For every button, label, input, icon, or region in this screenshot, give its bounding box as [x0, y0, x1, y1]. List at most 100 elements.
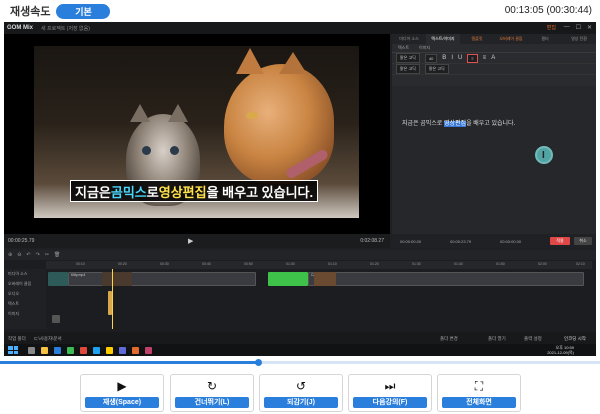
- play-label: 재생(Space): [85, 397, 159, 408]
- cancel-button[interactable]: 취소: [574, 237, 592, 245]
- text-edit-area[interactable]: 지금은 곰믹스로 영상편집을 배우고 있습니다. I: [392, 86, 596, 234]
- track-area[interactable]: Kitty.mp4 Cat.mp4: [46, 269, 592, 329]
- video-clip[interactable]: Kitty.mp4: [68, 272, 256, 286]
- folder-icon[interactable]: [41, 346, 48, 354]
- next-lecture-label: 다음강의(F): [353, 397, 427, 408]
- taskbar-apps: [28, 346, 152, 354]
- cut-icon[interactable]: ✂: [45, 252, 49, 258]
- video-frame: 지금은 곰믹스 로 영상편집 을 배우고 있습니다.: [34, 46, 359, 218]
- fullscreen-button[interactable]: ⛶ 전체화면: [437, 374, 521, 412]
- close-icon[interactable]: ✕: [587, 24, 592, 31]
- rewind-label: 되감기(J): [264, 397, 338, 408]
- timeline-ruler[interactable]: 00:10 00:20 00:30 00:40 00:50 01:00 01:1…: [46, 261, 592, 269]
- progress-knob[interactable]: [255, 359, 262, 366]
- top-bar: 재생속도 기본 00:13:05 (00:30:44): [0, 0, 600, 22]
- text-image-panel: 미디어 소스 텍스트/이미지 템플릿 오버레이 클립 필터 영상 전환 텍스트 …: [392, 34, 596, 248]
- fullscreen-icon: ⛶: [474, 379, 484, 393]
- skip-label: 건너뛰기(L): [175, 397, 249, 408]
- zoom-in-icon[interactable]: ⊕: [8, 252, 12, 258]
- track-label: 오버레이 클립: [8, 281, 32, 286]
- app-icon[interactable]: [145, 346, 152, 354]
- rewind-icon: ↺: [295, 379, 307, 393]
- tab-media-source[interactable]: 미디어 소스: [392, 34, 426, 44]
- track-label: 미디어 소스: [8, 271, 28, 276]
- tab-overlay-clip[interactable]: 오버레이 클립: [494, 34, 528, 44]
- clip-thumb[interactable]: [48, 272, 68, 286]
- duration-time[interactable]: 00:00:00.00: [500, 239, 521, 244]
- store-icon[interactable]: [67, 346, 74, 354]
- speed-label: 재생속도: [10, 6, 51, 18]
- window-buttons: — ☐ ✕: [564, 24, 592, 31]
- rewind-button[interactable]: ↺ 되감기(J): [259, 374, 343, 412]
- preview-controls: 00:00:25.79 ▶ 0:02:08.27: [4, 234, 390, 248]
- underline-icon[interactable]: U: [458, 55, 462, 61]
- next-lecture-button[interactable]: ⏭ 다음강의(F): [348, 374, 432, 412]
- apply-button[interactable]: 적용: [550, 237, 570, 245]
- timeline: ⊕ ⊖ ↶ ↷ ✂ 🗑 00:10 00:20 00:30 00:40 00:5…: [4, 250, 596, 332]
- track-label: 이미지: [8, 311, 20, 316]
- preview-duration: 0:02:08.27: [360, 238, 384, 244]
- taskbar-clock: 오후 10:59 2021-12-09(목): [547, 345, 574, 355]
- video-clip[interactable]: Cat.mp4: [308, 272, 584, 286]
- minimize-icon[interactable]: —: [564, 24, 570, 31]
- speed-button[interactable]: 기본: [56, 3, 111, 19]
- track-labels: 미디어 소스 오버레이 클립 오디오 텍스트 이미지: [4, 269, 46, 329]
- lecture-progress-bar[interactable]: [0, 359, 600, 366]
- playback-controls: ▶ 재생(Space) ↻ 건너뛰기(L) ↺ 되감기(J) ⏭ 다음강의(F)…: [0, 366, 600, 414]
- output-bar: 작업 폴더 C:\사용자\문서 폴더 변경 폴더 열기 출력 설정 인코딩 시작: [4, 332, 596, 344]
- app-logo: GOM Mix: [7, 25, 34, 31]
- kakao-icon[interactable]: [106, 346, 113, 354]
- align-right-icon[interactable]: ≡: [483, 55, 487, 61]
- bold-icon[interactable]: B: [442, 55, 446, 61]
- shadow-select[interactable]: 맑은 고딕: [424, 64, 449, 74]
- outline-select[interactable]: 맑은 고딕: [396, 64, 420, 74]
- skip-button[interactable]: ↻ 건너뛰기(L): [170, 374, 254, 412]
- delete-icon[interactable]: 🗑: [54, 252, 60, 258]
- subtab-text[interactable]: 텍스트: [398, 45, 409, 51]
- panel-tabs: 미디어 소스 텍스트/이미지 템플릿 오버레이 클립 필터 영상 전환: [392, 34, 596, 44]
- preview-timecode: 00:00:25.79: [8, 238, 35, 244]
- search-icon[interactable]: [28, 346, 35, 354]
- mail-icon[interactable]: [54, 346, 61, 354]
- start-encoding-button[interactable]: 인코딩 시작: [564, 336, 586, 342]
- redo-icon[interactable]: ↷: [36, 252, 40, 258]
- gom-mix-icon[interactable]: [132, 346, 139, 354]
- font-select[interactable]: 맑은 고딕: [396, 53, 420, 63]
- panel-footer: 00:00:00.00 00:00:23.79 00:00:00.00 적용 취…: [392, 234, 596, 248]
- clip-thumb[interactable]: [314, 272, 336, 286]
- edit-text[interactable]: 지금은 곰믹스로 영상편집을 배우고 있습니다.: [402, 118, 515, 127]
- app-icon[interactable]: [119, 346, 126, 354]
- output-settings-button[interactable]: 출력 설정: [524, 336, 542, 342]
- tab-template[interactable]: 템플릿: [460, 34, 494, 44]
- lecture-time: 00:13:05 (00:30:44): [504, 5, 592, 16]
- zoom-out-icon[interactable]: ⊖: [17, 252, 21, 258]
- tab-text-image[interactable]: 텍스트/이미지: [426, 34, 460, 44]
- text-color-icon[interactable]: A: [491, 55, 495, 61]
- maximize-icon[interactable]: ☐: [576, 24, 581, 31]
- tab-transition[interactable]: 영상 전환: [562, 34, 596, 44]
- size-select[interactable]: 40: [424, 53, 438, 63]
- tab-filter[interactable]: 필터: [528, 34, 562, 44]
- project-name: 새 프로젝트 (저장 없음): [41, 25, 90, 32]
- clip-thumb[interactable]: [102, 272, 132, 286]
- windows-start-icon[interactable]: [8, 346, 18, 354]
- italic-icon[interactable]: I: [451, 55, 453, 61]
- clip-thumb[interactable]: [268, 272, 308, 286]
- subtab-image[interactable]: 이미지: [419, 45, 430, 51]
- start-time[interactable]: 00:00:00.00: [400, 239, 421, 244]
- end-time[interactable]: 00:00:23.79: [450, 239, 471, 244]
- preview-play-icon[interactable]: ▶: [188, 237, 193, 245]
- undo-icon[interactable]: ↶: [26, 252, 30, 258]
- chrome-icon[interactable]: [80, 346, 87, 354]
- play-button[interactable]: ▶ 재생(Space): [80, 374, 164, 412]
- align-center-icon[interactable]: ≡: [467, 53, 478, 63]
- edge-icon[interactable]: [93, 346, 100, 354]
- change-folder-button[interactable]: 폴더 변경: [440, 336, 458, 342]
- open-folder-button[interactable]: 폴더 열기: [488, 336, 506, 342]
- playhead[interactable]: [112, 269, 113, 329]
- text-clip[interactable]: [52, 315, 60, 323]
- outline-toolbar: 맑은 고딕 맑은 고딕: [392, 64, 596, 75]
- work-folder-label: 작업 폴더: [8, 336, 26, 341]
- skip-forward-icon: ↻: [206, 379, 218, 393]
- panel-subtabs: 텍스트 이미지: [392, 44, 596, 53]
